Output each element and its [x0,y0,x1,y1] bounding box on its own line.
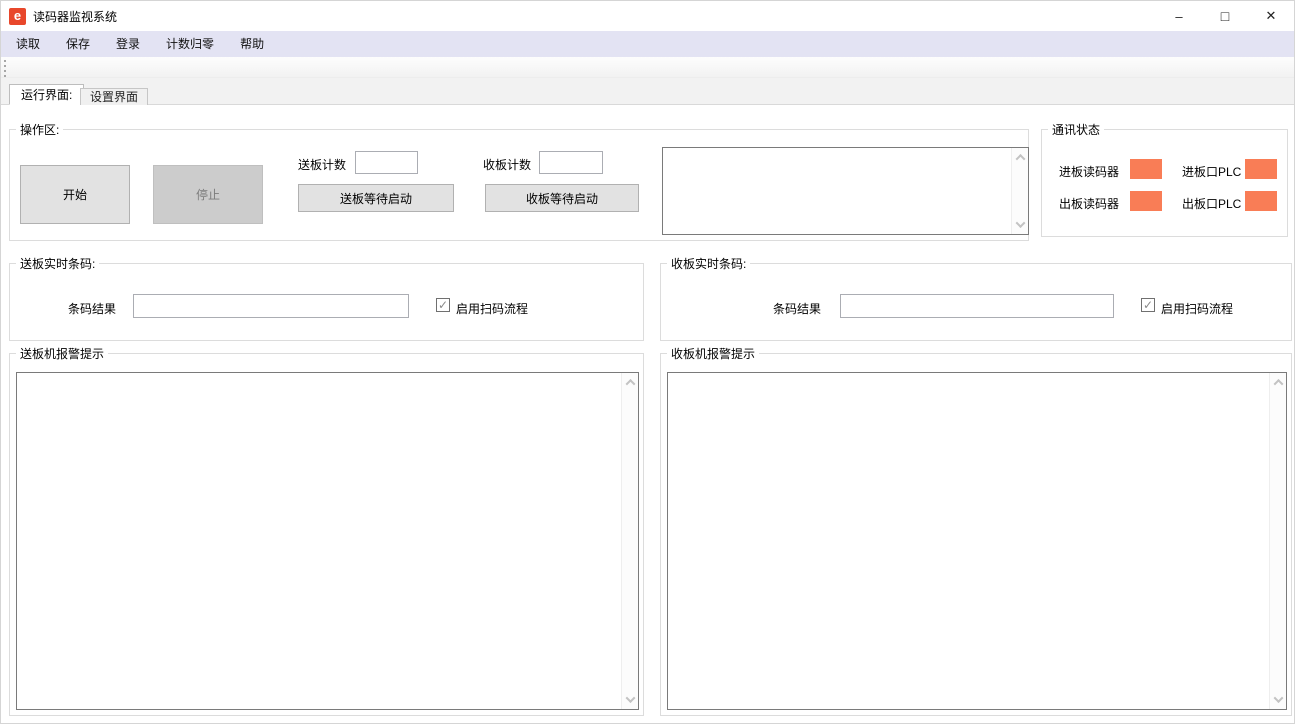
receive-scan-enable-label[interactable]: 启用扫码流程 [1161,300,1233,317]
menu-item-save[interactable]: 保存 [53,31,103,57]
send-alarm-text [19,375,619,707]
send-scan-enable-label[interactable]: 启用扫码流程 [456,300,528,317]
operation-log-scrollbar[interactable] [1011,148,1028,234]
operation-log-text [665,150,1009,232]
scroll-down-icon[interactable] [1012,216,1029,233]
scroll-up-icon[interactable] [1012,149,1029,166]
comm-status-group: 通讯状态 进板读码器 进板口PLC 出板读码器 出板口PLC [1041,129,1288,237]
send-count-label: 送板计数 [298,156,346,173]
receive-count-input[interactable] [539,151,603,174]
stop-button[interactable]: 停止 [153,165,263,224]
outboard-plc-label: 出板口PLC [1182,195,1241,212]
close-icon[interactable]: ✕ [1248,1,1294,31]
send-barcode-result-input[interactable] [133,294,409,318]
window-title: 读码器监视系统 [33,8,117,25]
comm-status-title: 通讯状态 [1048,121,1104,138]
menu-bar: 读取 保存 登录 计数归零 帮助 [1,31,1294,57]
send-alarm-group: 送板机报警提示 [9,353,644,716]
send-scan-enable-checkbox[interactable]: ✓ [436,298,450,312]
send-alarm-title: 送板机报警提示 [16,345,108,362]
send-barcode-group: 送板实时条码: 条码结果 ✓ 启用扫码流程 [9,263,644,341]
inboard-plc-indicator [1245,159,1277,179]
outboard-reader-label: 出板读码器 [1059,195,1119,212]
menu-item-count-reset[interactable]: 计数归零 [153,31,227,57]
scroll-up-icon[interactable] [622,374,639,391]
tool-strip [1,57,1294,78]
receive-count-label: 收板计数 [483,156,531,173]
window-controls: – □ ✕ [1156,1,1294,31]
send-alarm-textbox[interactable] [16,372,639,710]
scroll-up-icon[interactable] [1270,374,1287,391]
receive-scan-enable-checkbox[interactable]: ✓ [1141,298,1155,312]
inboard-plc-label: 进板口PLC [1182,163,1241,180]
tab-strip: 运行界面: 设置界面 [1,78,1294,105]
outboard-plc-indicator [1245,191,1277,211]
receive-wait-start-button[interactable]: 收板等待启动 [485,184,639,212]
receive-alarm-group: 收板机报警提示 [660,353,1292,716]
menu-item-login[interactable]: 登录 [103,31,153,57]
tab-settings-interface[interactable]: 设置界面 [80,88,148,105]
title-bar: e 读码器监视系统 – □ ✕ [1,1,1294,31]
outboard-reader-indicator [1130,191,1162,211]
receive-alarm-title: 收板机报警提示 [667,345,759,362]
inboard-reader-indicator [1130,159,1162,179]
receive-alarm-scrollbar[interactable] [1269,373,1286,709]
operation-log-textbox[interactable] [662,147,1029,235]
send-alarm-scrollbar[interactable] [621,373,638,709]
receive-alarm-textbox[interactable] [667,372,1287,710]
maximize-icon[interactable]: □ [1202,1,1248,31]
scroll-down-icon[interactable] [1270,691,1287,708]
receive-barcode-title: 收板实时条码: [667,255,750,272]
inboard-reader-label: 进板读码器 [1059,163,1119,180]
receive-barcode-result-input[interactable] [840,294,1114,318]
receive-barcode-result-label: 条码结果 [773,300,821,317]
receive-alarm-text [670,375,1267,707]
start-button[interactable]: 开始 [20,165,130,224]
operation-area-group: 操作区: 开始 停止 送板计数 送板等待启动 收板计数 收板等待启动 [9,129,1029,241]
tab-run-interface[interactable]: 运行界面: [9,84,84,105]
app-icon: e [9,8,26,25]
send-barcode-result-label: 条码结果 [68,300,116,317]
scroll-down-icon[interactable] [622,691,639,708]
toolbar-grip-icon[interactable] [4,60,6,80]
menu-item-read[interactable]: 读取 [3,31,53,57]
menu-item-help[interactable]: 帮助 [227,31,277,57]
tab-page-run: 操作区: 开始 停止 送板计数 送板等待启动 收板计数 收板等待启动 通讯状态 … [1,105,1294,723]
send-count-input[interactable] [355,151,418,174]
minimize-icon[interactable]: – [1156,1,1202,31]
send-barcode-title: 送板实时条码: [16,255,99,272]
operation-area-title: 操作区: [16,121,63,138]
send-wait-start-button[interactable]: 送板等待启动 [298,184,454,212]
receive-barcode-group: 收板实时条码: 条码结果 ✓ 启用扫码流程 [660,263,1292,341]
app-window: e 读码器监视系统 – □ ✕ 读取 保存 登录 计数归零 帮助 运行界面: 设… [0,0,1295,724]
